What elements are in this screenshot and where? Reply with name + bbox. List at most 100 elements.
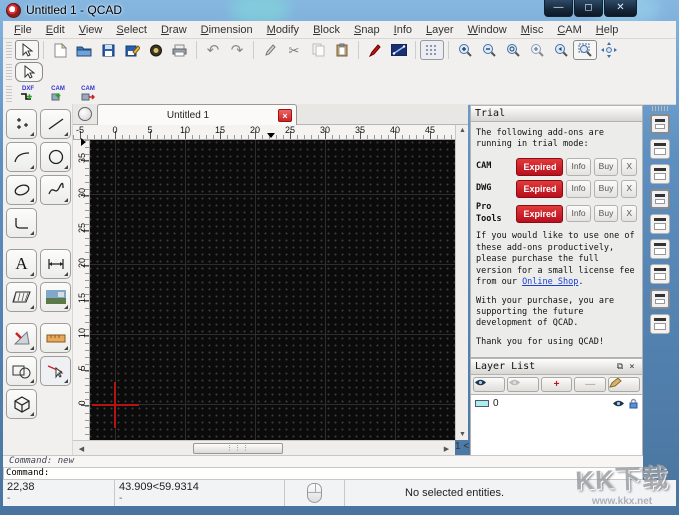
modify-tools-button[interactable] xyxy=(40,356,71,386)
scrollbar-thumb[interactable]: ⋮⋮⋮ xyxy=(193,443,283,454)
snap-free-button[interactable] xyxy=(15,62,43,82)
line-tools-button[interactable] xyxy=(40,109,71,139)
print-button[interactable] xyxy=(168,40,192,60)
save-as-button[interactable] xyxy=(120,40,144,60)
property-editor-button[interactable] xyxy=(363,40,387,60)
new-file-button[interactable] xyxy=(48,40,72,60)
point-tools-button[interactable] xyxy=(6,109,37,139)
toggle-view-list-icon[interactable] xyxy=(650,164,670,184)
dismiss-button[interactable]: X xyxy=(621,180,637,198)
menu-file[interactable]: File xyxy=(7,22,39,38)
close-panel-icon[interactable]: × xyxy=(626,362,638,372)
shape-tools-button[interactable] xyxy=(6,356,37,386)
menu-block[interactable]: Block xyxy=(306,22,347,38)
toggle-layer-list-icon[interactable] xyxy=(650,189,670,209)
maximize-button[interactable]: ◻ xyxy=(574,0,603,17)
edit-layer-button[interactable] xyxy=(608,377,640,392)
hide-all-layers-button[interactable] xyxy=(506,377,539,392)
cut-button[interactable]: ✂ xyxy=(282,40,306,60)
pan-button[interactable] xyxy=(597,40,621,60)
toggle-property-editor-icon[interactable] xyxy=(650,114,670,134)
layer-lock-icon[interactable] xyxy=(629,398,638,409)
scroll-right-icon[interactable]: ▶ xyxy=(440,445,453,453)
zoom-out-button[interactable] xyxy=(477,40,501,60)
zoom-selection-button[interactable] xyxy=(525,40,549,60)
toggle-command-line-icon[interactable] xyxy=(650,239,670,259)
drawing-canvas[interactable] xyxy=(90,140,455,440)
cam-reload-button[interactable]: CAM xyxy=(75,84,101,104)
text-tool-button[interactable]: A xyxy=(6,249,37,279)
toggle-selection-filter-icon[interactable] xyxy=(650,214,670,234)
title-bar[interactable]: Untitled 1 - QCAD — ◻ ✕ xyxy=(0,0,679,21)
measure-tools-button[interactable] xyxy=(40,323,71,353)
zoom-auto-button[interactable] xyxy=(501,40,525,60)
dimension-tools-button[interactable] xyxy=(40,249,71,279)
line-style-button[interactable] xyxy=(387,40,411,60)
redo-button[interactable]: ↷ xyxy=(225,40,249,60)
paste-button[interactable] xyxy=(330,40,354,60)
zoom-window-button[interactable] xyxy=(573,40,597,60)
scroll-left-icon[interactable]: ◀ xyxy=(75,445,88,453)
scroll-down-icon[interactable]: ▼ xyxy=(456,431,469,438)
spline-tools-button[interactable] xyxy=(40,175,71,205)
online-shop-link[interactable]: Online Shop xyxy=(522,277,578,287)
add-layer-button[interactable]: + xyxy=(540,377,573,392)
menu-misc[interactable]: Misc xyxy=(514,22,551,38)
layer-visible-icon[interactable] xyxy=(612,399,625,408)
minimize-button[interactable]: — xyxy=(544,0,573,17)
buy-button[interactable]: Buy xyxy=(593,204,619,223)
horizontal-scrollbar[interactable]: ◀ ⋮⋮⋮ ▶ xyxy=(73,440,455,455)
zoom-previous-button[interactable] xyxy=(549,40,573,60)
menu-draw[interactable]: Draw xyxy=(154,22,194,38)
menu-help[interactable]: Help xyxy=(589,22,626,38)
dismiss-button[interactable]: X xyxy=(621,158,637,176)
misc-tools-button[interactable] xyxy=(6,323,37,353)
info-button[interactable]: Info xyxy=(566,158,591,176)
menu-dimension[interactable]: Dimension xyxy=(194,22,260,38)
float-panel-icon[interactable]: ⧉ xyxy=(614,362,626,372)
arc-tools-button[interactable] xyxy=(6,142,37,172)
menu-info[interactable]: Info xyxy=(387,22,419,38)
image-tool-button[interactable] xyxy=(40,282,71,312)
ellipse-tools-button[interactable] xyxy=(6,175,37,205)
menu-layer[interactable]: Layer xyxy=(419,22,461,38)
cam-export-button[interactable]: CAM xyxy=(45,84,71,104)
scroll-up-icon[interactable]: ▲ xyxy=(456,127,469,134)
toggle-block-list-icon[interactable] xyxy=(650,139,670,159)
toolbar-grip[interactable] xyxy=(652,106,668,111)
zoom-in-button[interactable] xyxy=(453,40,477,60)
toolbar-grip[interactable] xyxy=(6,64,12,80)
tab-close-icon[interactable]: × xyxy=(278,108,292,122)
menu-window[interactable]: Window xyxy=(461,22,514,38)
close-button[interactable]: ✕ xyxy=(604,0,637,17)
menu-view[interactable]: View xyxy=(72,22,110,38)
open-file-button[interactable] xyxy=(72,40,96,60)
info-button[interactable]: Info xyxy=(566,180,591,198)
command-input[interactable]: Command: xyxy=(3,467,643,480)
toggle-trial-widget-icon[interactable] xyxy=(650,289,670,309)
info-button[interactable]: Info xyxy=(566,204,591,223)
menu-modify[interactable]: Modify xyxy=(260,22,306,38)
pen-toggle-button[interactable] xyxy=(258,40,282,60)
cam-dxf-export-button[interactable]: DXF xyxy=(15,84,41,104)
layer-list-header[interactable]: Layer List ⧉ × xyxy=(471,359,642,375)
toggle-library-browser-icon[interactable] xyxy=(650,264,670,284)
solid-tools-button[interactable] xyxy=(6,389,37,419)
vertical-scrollbar[interactable]: ▲ ▼ xyxy=(455,125,468,440)
circle-tools-button[interactable] xyxy=(40,142,71,172)
menu-cam[interactable]: CAM xyxy=(550,22,588,38)
save-button[interactable] xyxy=(96,40,120,60)
menu-select[interactable]: Select xyxy=(109,22,154,38)
polyline-tools-button[interactable] xyxy=(6,208,37,238)
dismiss-button[interactable]: X xyxy=(621,204,637,223)
trial-panel-header[interactable]: Trial xyxy=(471,106,642,122)
layer-row-0[interactable]: 0 xyxy=(471,395,642,411)
toolbar-grip[interactable] xyxy=(6,42,12,58)
grid-toggle-button[interactable] xyxy=(420,40,444,60)
buy-button[interactable]: Buy xyxy=(593,180,619,198)
hatch-tool-button[interactable] xyxy=(6,282,37,312)
copy-button[interactable] xyxy=(306,40,330,60)
toggle-more-panels-icon[interactable] xyxy=(650,314,670,334)
selection-tool-button[interactable] xyxy=(15,40,39,60)
tab-untitled-1[interactable]: Untitled 1 × xyxy=(97,104,297,125)
